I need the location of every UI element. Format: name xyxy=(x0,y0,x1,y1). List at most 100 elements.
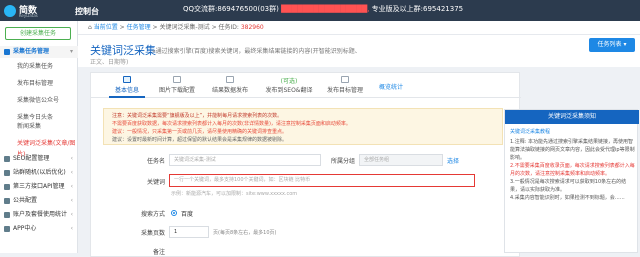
sidebar-group-seo[interactable]: SEO配置管理 ‹ xyxy=(0,153,78,165)
sidebar-group-label: APP中心 xyxy=(13,225,37,232)
notice-part2: 专业版及以上群:695421375 xyxy=(371,5,464,13)
sidebar-item-publish-targets[interactable]: 发布目标管理 xyxy=(0,78,78,89)
help-panel-body: 关键词泛采集教程 1.注释: 本功能先通过搜索引擎采集结果链接，再使用智能算法抽… xyxy=(510,128,636,202)
tab-seo-translate[interactable]: (可选) 发布到SEO&翻译 xyxy=(259,73,319,98)
chevron-right-icon: ‹ xyxy=(70,225,73,232)
task-id-value: 382960 xyxy=(240,24,264,31)
api-icon xyxy=(4,184,10,190)
app-icon xyxy=(4,226,10,232)
notice-part1: QQ交流群:869476500(03群) xyxy=(183,5,279,13)
tab-label: 发布到SEO&翻译 xyxy=(265,87,313,94)
site-icon xyxy=(4,170,10,176)
sidebar-group-api[interactable]: 第三方接口API管理 ‹ xyxy=(0,181,78,193)
tab-bar: 基本信息 图片下载配置 结果数据发布 (可选) 发布到SEO&翻译 发布目标管理… xyxy=(91,73,521,98)
seo-icon xyxy=(4,156,10,162)
sidebar-group-label: SEO配置管理 xyxy=(13,155,50,162)
group-select-link[interactable]: 选择 xyxy=(447,156,459,165)
sidebar-group-account[interactable]: 账户及套餐使用统计 ‹ xyxy=(0,209,78,221)
sidebar-group-label: 公共配置 xyxy=(13,197,38,204)
account-icon xyxy=(4,212,10,218)
group-field[interactable]: 全部任务组 xyxy=(359,154,443,166)
task-id-label: 任务ID: xyxy=(218,24,239,31)
help-paragraph: 4.采集内容智能识别时，如果检测不到标题，会…… xyxy=(510,195,625,201)
notice-alert: 注意：关键词泛采集需要“旗舰版及以上”，并能制每月请求搜索列表的次数。 不需要百… xyxy=(103,108,503,145)
sidebar: 创建采集任务 采集任务管理 ▾ 我的采集任务 发布目标管理 采集微信公众号 采集… xyxy=(0,21,78,253)
task-form-card: 基本信息 图片下载配置 结果数据发布 (可选) 发布到SEO&翻译 发布目标管理… xyxy=(90,72,521,257)
chevron-down-icon: ▾ xyxy=(69,48,73,55)
sidebar-item-news[interactable]: 新闻采集 xyxy=(0,121,78,132)
page-description: »通过搜索引擎(百度)搜索关键词，最终采集结果链接的内容(开智能识别标题、 xyxy=(152,48,361,55)
tab-publish-targets[interactable]: 发布目标管理 xyxy=(323,73,367,98)
tab-result-publish[interactable]: 结果数据发布 xyxy=(205,73,255,98)
publish-icon xyxy=(226,76,234,83)
tab-label: 结果数据发布 xyxy=(211,87,248,94)
sidebar-group-app-center[interactable]: APP中心 ‹ xyxy=(0,223,78,235)
notice-redacted: ████████████████, xyxy=(281,5,370,13)
tab-badge: (可选) xyxy=(280,78,298,85)
config-icon xyxy=(4,198,10,204)
create-task-button[interactable]: 创建采集任务 xyxy=(5,27,71,40)
chevron-right-icon: ‹ xyxy=(70,183,73,190)
tab-label: 基本信息 xyxy=(114,87,139,94)
sidebar-group-site[interactable]: 站群随机(以后优化) ‹ xyxy=(0,167,78,179)
breadcrumb: ⌂ 当前位置 > 任务管理 > 关键词泛采集-测试 > 任务ID: 382960 xyxy=(78,21,640,35)
help-paragraph: 3.一般情况是每次搜索请求可以获取到10条左右的结果，请以实际获取为准。 xyxy=(510,179,627,193)
keyword-input[interactable]: 一行一个关键词，最多支持100个关键词，如：区块链 比特币 xyxy=(169,174,475,187)
help-tutorial-link[interactable]: 关键词泛采集教程 xyxy=(510,128,636,136)
page-title: 关键词泛采集 xyxy=(90,44,156,57)
breadcrumb-separator: > xyxy=(119,24,127,31)
image-icon xyxy=(173,76,181,83)
sidebar-item-wechat[interactable]: 采集微信公众号 xyxy=(0,95,78,106)
engine-radio[interactable] xyxy=(171,210,177,216)
alert-line: 建议：设置时最新时间计算，超过保留的默认结果会是采集规律的数据被剔除。 xyxy=(112,137,288,143)
task-icon xyxy=(4,49,10,55)
keyword-label: 关键词 xyxy=(146,179,165,186)
breadcrumb-separator: > xyxy=(211,24,219,31)
group-label: 所属分组 xyxy=(330,158,355,165)
chevron-right-icon: ‹ xyxy=(70,169,73,176)
sidebar-item-my-tasks[interactable]: 我的采集任务 xyxy=(0,61,78,72)
task-name-label: 任务名 xyxy=(146,158,165,165)
task-name-input[interactable]: 关键词泛采集-测试 xyxy=(169,154,321,166)
breadcrumb-home[interactable]: 当前位置 xyxy=(94,24,118,31)
sidebar-group-label: 第三方接口API管理 xyxy=(13,183,65,190)
target-icon xyxy=(341,76,349,83)
logo-icon xyxy=(4,5,16,17)
pages-label: 采集页数 xyxy=(140,230,165,237)
qq-group-notice: QQ交流群:869476500(03群) ████████████████, 专… xyxy=(183,4,463,14)
tab-label: 发布目标管理 xyxy=(326,87,363,94)
engine-value: 百度 xyxy=(181,211,194,218)
sidebar-group-label: 采集任务管理 xyxy=(13,48,50,55)
chevron-right-icon: ‹ xyxy=(70,197,73,204)
remark-label: 备注 xyxy=(152,249,165,256)
pages-input[interactable]: 1 xyxy=(169,226,209,238)
task-list-button[interactable]: 任务列表 ▾ xyxy=(589,38,635,52)
page-description-cont: 正文、日期等) xyxy=(90,59,129,66)
tab-overview-stats[interactable]: 概览统计 xyxy=(373,73,409,98)
chevron-right-icon: ‹ xyxy=(70,211,73,218)
help-paragraph: 2.不需要采集百度收录页面，每次请求搜索列表都计入每月的次数，请注意控制采集频率… xyxy=(510,163,635,177)
alert-line: 建议：一般情况，只采集第一页或前几页，请尽量使用精确的关键词排查重点。 xyxy=(112,129,288,135)
tab-basic-info[interactable]: 基本信息 xyxy=(109,73,145,98)
page-header: 关键词泛采集 »通过搜索引擎(百度)搜索关键词，最终采集结果链接的内容(开智能识… xyxy=(78,35,640,67)
pages-help: 页(每页8条左右，最多10页) xyxy=(213,230,277,236)
sidebar-item-keyword-collect[interactable]: 关键词泛采集(文章/图片) xyxy=(0,138,78,158)
tab-label: 图片下载配置 xyxy=(158,87,195,94)
sidebar-group-common-config[interactable]: 公共配置 ‹ xyxy=(0,195,78,207)
breadcrumb-item: 关键词泛采集-测试 xyxy=(159,24,210,31)
breadcrumb-item[interactable]: 任务管理 xyxy=(127,24,151,31)
keyword-help: 示例：新能源汽车，可以加限制：site:www.xxxxx.com xyxy=(171,191,298,197)
document-icon xyxy=(123,76,131,83)
sidebar-group-label: 账户及套餐使用统计 xyxy=(13,211,68,218)
help-panel-title: 关键词泛采集须知 xyxy=(505,110,639,124)
logo[interactable]: 简数 KeyDatas xyxy=(4,2,64,19)
chevron-right-icon: ‹ xyxy=(70,155,73,162)
tab-image-download[interactable]: 图片下载配置 xyxy=(153,73,201,98)
alert-line: 不需要百度获取数据，每次请求搜索列表都计入每月的次数(非详情数量)，请注意控制采… xyxy=(112,121,351,127)
logo-subtitle: KeyDatas xyxy=(19,13,38,18)
top-bar: 简数 KeyDatas 控制台 QQ交流群:869476500(03群) ███… xyxy=(0,0,640,21)
sidebar-group-label: 站群随机(以后优化) xyxy=(13,169,66,176)
engine-label: 搜索方式 xyxy=(140,211,165,218)
sidebar-group-task-management[interactable]: 采集任务管理 ▾ xyxy=(0,46,78,58)
help-paragraph: 1.注释: 本功能先通过搜索引擎采集结果链接，再使用智能算法抽取链接的网页文章内… xyxy=(510,139,635,161)
